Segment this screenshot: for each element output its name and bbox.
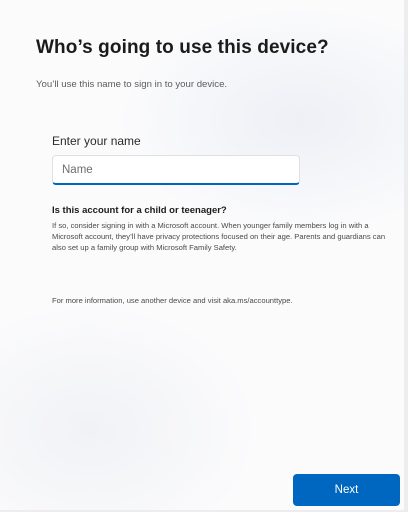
page-title: Who’s going to use this device? [36, 37, 329, 58]
window-edge-right [404, 0, 408, 512]
name-input[interactable] [52, 155, 300, 185]
name-field-label: Enter your name [52, 134, 141, 148]
more-info-text: For more information, use another device… [52, 296, 293, 305]
child-account-heading: Is this account for a child or teenager? [52, 205, 227, 216]
child-account-info: If so, consider signing in with a Micros… [52, 221, 386, 253]
page-subtitle: You’ll use this name to sign in to your … [36, 79, 228, 90]
next-button[interactable]: Next [293, 474, 400, 506]
oobe-background [0, 0, 408, 512]
